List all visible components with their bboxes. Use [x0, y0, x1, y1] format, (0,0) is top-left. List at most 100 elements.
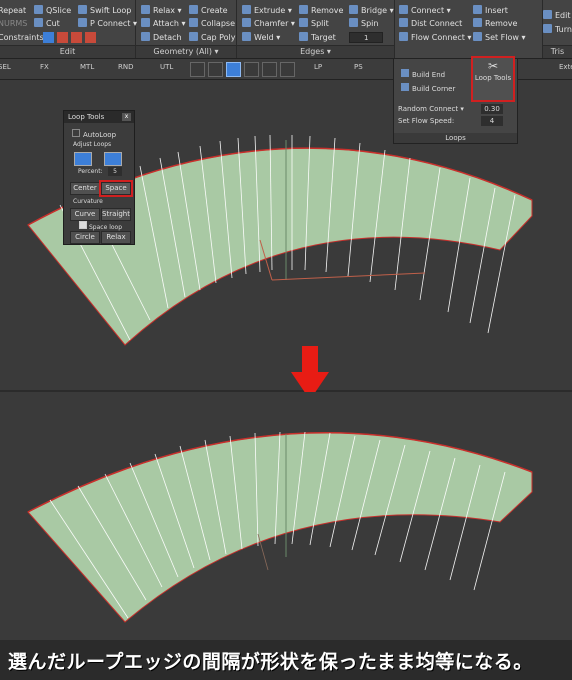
edit-group-label: Edit — [0, 45, 135, 58]
qslice-button[interactable]: QSlice — [34, 5, 71, 17]
loop-preset-b-icon[interactable] — [104, 152, 122, 166]
loop-tools-window: Loop Tools x AutoLoop Adjust Loops Perce… — [63, 110, 135, 245]
create-icon — [189, 5, 198, 14]
dist-connect-button[interactable]: Dist Connect — [399, 18, 462, 30]
edges-group: Extrude ▾ Remove Bridge ▾ Chamfer ▾ Spli… — [237, 0, 395, 58]
weld-button[interactable]: Weld ▾ — [242, 32, 280, 44]
relax-button[interactable]: Relax ▾ — [141, 5, 182, 17]
create-button[interactable]: Create — [189, 5, 228, 17]
remove-edge-button[interactable]: Remove — [299, 5, 343, 17]
collapse-button[interactable]: Collapse — [189, 18, 235, 30]
cap-poly-button[interactable]: Cap Poly — [189, 32, 236, 44]
tab-sel[interactable]: SEL — [0, 63, 11, 71]
chamfer-button[interactable]: Chamfer ▾ — [242, 18, 295, 30]
qslice-icon — [34, 5, 43, 14]
set-flow-button[interactable]: Set Flow ▾ — [473, 32, 526, 44]
nurms-button[interactable]: NURMS — [0, 18, 27, 30]
spin-button[interactable]: Spin — [349, 18, 378, 30]
target-icon — [299, 32, 308, 41]
cut-button[interactable]: Cut — [34, 18, 60, 30]
detach-button[interactable]: Detach — [141, 32, 182, 44]
viewport-after[interactable] — [0, 392, 572, 640]
random-connect-label[interactable]: Random Connect ▾ — [398, 105, 464, 113]
p-connect-button[interactable]: P Connect ▾ — [78, 18, 137, 30]
connect-button[interactable]: Connect ▾ — [399, 5, 451, 17]
tab-exte[interactable]: Exte — [559, 63, 572, 71]
detach-icon — [141, 32, 150, 41]
split-icon — [299, 18, 308, 27]
adjust-loops-label: Adjust Loops — [73, 141, 112, 148]
extrude-button[interactable]: Extrude ▾ — [242, 5, 292, 17]
curve-button[interactable]: Curve — [70, 208, 100, 221]
loop-tools-label: Loop Tools — [474, 74, 512, 82]
swift-loop-icon — [78, 5, 87, 14]
loops-panel-footer: Loops — [394, 133, 517, 143]
connect-icon — [399, 5, 408, 14]
percent-label: Percent: — [78, 168, 103, 175]
rect-tool-icon[interactable] — [244, 62, 259, 77]
percent-input[interactable]: 5 — [108, 167, 122, 176]
tab-mtl[interactable]: MTL — [80, 63, 94, 71]
loop-tools-button[interactable]: ✂ Loop Tools — [471, 56, 515, 102]
autoloop-checkbox[interactable]: AutoLoop — [72, 129, 116, 139]
edges-group-label[interactable]: Edges ▾ — [237, 45, 394, 58]
select-tool-icon[interactable] — [190, 62, 205, 77]
remove-loop-icon — [473, 18, 482, 27]
repeat-button[interactable]: Repeat — [0, 5, 26, 17]
tab-rnd[interactable]: RND — [118, 63, 134, 71]
attach-button[interactable]: Attach ▾ — [141, 18, 186, 30]
relax-loop-button[interactable]: Relax — [101, 231, 131, 244]
paint-tool-icon[interactable] — [208, 62, 223, 77]
center-button[interactable]: Center — [70, 182, 100, 195]
tab-utl[interactable]: UTL — [160, 63, 173, 71]
constraint-normal-button[interactable] — [85, 32, 96, 43]
random-connect-value[interactable]: 0.30 — [481, 104, 503, 114]
lasso-tool-icon[interactable] — [262, 62, 277, 77]
checkbox-icon — [72, 129, 80, 137]
caption-bar: 選んだループエッジの間隔が形状を保ったまま均等になる。 — [0, 640, 572, 680]
constraint-face-button[interactable] — [71, 32, 82, 43]
hand-tool-icon[interactable] — [280, 62, 295, 77]
checkbox-checked-icon — [79, 221, 87, 229]
space-button[interactable]: Space — [99, 180, 133, 197]
bridge-icon — [349, 5, 358, 14]
tab-fx[interactable]: FX — [40, 63, 49, 71]
flow-speed-value[interactable]: 4 — [481, 116, 503, 126]
remove-loop-button[interactable]: Remove — [473, 18, 517, 30]
spin-stepper[interactable]: 1 — [349, 32, 383, 43]
tris-group: Edit T Turn Tris — [543, 0, 572, 58]
build-end-button[interactable]: Build End — [401, 69, 445, 79]
weld-icon — [242, 32, 251, 41]
tab-lp[interactable]: LP — [314, 63, 322, 71]
collapse-icon — [189, 18, 198, 27]
bridge-button[interactable]: Bridge ▾ — [349, 5, 394, 17]
edit-tri-button[interactable]: Edit T — [543, 10, 572, 22]
cut-icon — [34, 18, 43, 27]
loops-group: Connect ▾ Insert Dist Connect Remove Flo… — [395, 0, 543, 58]
curvature-label: Curvature — [73, 198, 103, 205]
insert-button[interactable]: Insert — [473, 5, 508, 17]
geometry-group: Relax ▾ Create Attach ▾ Collapse Detach … — [136, 0, 237, 58]
set-flow-speed-label: Set Flow Speed: — [398, 117, 455, 125]
extrude-icon — [242, 5, 251, 14]
turn-button[interactable]: Turn — [543, 24, 572, 36]
close-icon[interactable]: x — [122, 113, 131, 121]
target-button[interactable]: Target — [299, 32, 336, 44]
flow-connect-button[interactable]: Flow Connect ▾ — [399, 32, 471, 44]
line-tool-icon[interactable] — [226, 62, 241, 77]
tab-ps[interactable]: PS — [354, 63, 363, 71]
split-button[interactable]: Split — [299, 18, 329, 30]
swift-loop-button[interactable]: Swift Loop — [78, 5, 131, 17]
viewport-before[interactable]: Build End Build Corner ✂ Loop Tools Rand… — [0, 56, 572, 390]
straight-button[interactable]: Straight — [101, 208, 131, 221]
build-corner-button[interactable]: Build Corner — [401, 83, 455, 93]
attach-icon — [141, 18, 150, 27]
geometry-group-label[interactable]: Geometry (All) ▾ — [136, 45, 236, 58]
caption-text: 選んだループエッジの間隔が形状を保ったまま均等になる。 — [8, 651, 533, 673]
circle-button[interactable]: Circle — [70, 231, 100, 244]
space-loop-checkbox[interactable]: Space loop — [79, 221, 122, 231]
constraint-none-button[interactable] — [43, 32, 54, 43]
constraint-edge-button[interactable] — [57, 32, 68, 43]
insert-icon — [473, 5, 482, 14]
loop-preset-a-icon[interactable] — [74, 152, 92, 166]
